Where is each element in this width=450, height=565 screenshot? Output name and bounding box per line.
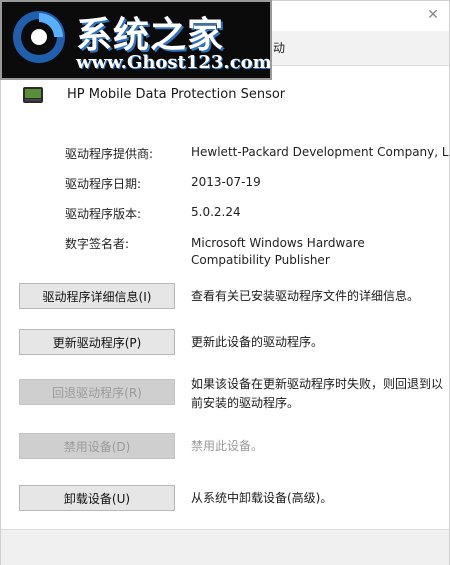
driver-properties-window: ✕ 动 HP Mobile Data Protection Sensor 驱动程… [0,0,450,565]
disable-device-button[interactable]: 禁用设备(D) [19,433,175,459]
device-name: HP Mobile Data Protection Sensor [67,87,286,102]
uninstall-device-description: 从系统中卸载设备(高级)。 [191,491,333,505]
driver-details-description: 查看有关已安装驱动程序文件的详细信息。 [191,289,420,303]
device-sensor-icon [21,83,45,107]
update-driver-button[interactable]: 更新驱动程序(P) [19,329,175,355]
driver-details-button[interactable]: 驱动程序详细信息(I) [19,283,175,309]
watermark-emblem-icon [13,11,65,63]
driver-date-value: 2013-07-19 [191,175,261,189]
roll-back-driver-button[interactable]: 回退驱动程序(R) [19,379,175,405]
driver-date-label: 驱动程序日期: [65,177,142,191]
uninstall-device-button[interactable]: 卸载设备(U) [19,485,175,511]
dialog-footer [1,529,449,565]
driver-provider-value: Hewlett-Packard Development Company, L.P [191,145,450,159]
watermark-title: 系统之家 [76,14,225,56]
watermark-url: www.Ghost123.com [76,52,272,73]
driver-provider-label: 驱动程序提供商: [65,147,154,161]
roll-back-driver-description: 如果该设备在更新驱动程序时失败，则回退到以前安装的驱动程序。 [191,377,444,410]
disable-device-description: 禁用此设备。 [191,439,264,453]
driver-version-value: 5.0.2.24 [191,205,241,219]
update-driver-description: 更新此设备的驱动程序。 [191,335,324,349]
site-watermark-logo: 系统之家 www.Ghost123.com [0,0,272,80]
digital-signer-value: Microsoft Windows Hardware Compatibility… [191,236,365,267]
close-icon[interactable]: ✕ [425,7,441,23]
tab-driver[interactable]: 动 [273,39,285,56]
driver-version-label: 驱动程序版本: [65,207,142,221]
digital-signer-label: 数字签名者: [65,237,130,251]
